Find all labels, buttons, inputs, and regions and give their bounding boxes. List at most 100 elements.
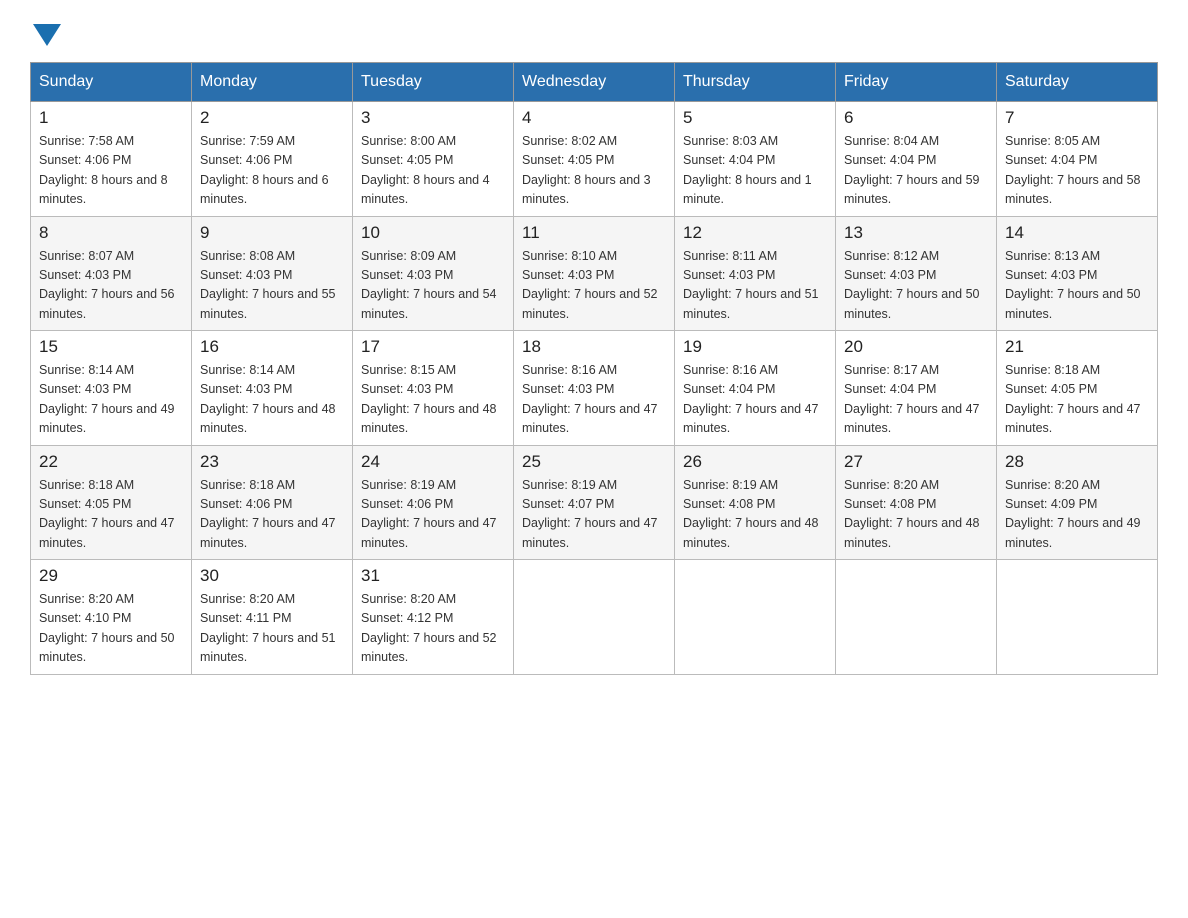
day-number-4: 4 (522, 108, 666, 128)
calendar-day-6: 6Sunrise: 8:04 AMSunset: 4:04 PMDaylight… (836, 102, 997, 217)
day-number-27: 27 (844, 452, 988, 472)
calendar-day-8: 8 Sunrise: 8:07 AMSunset: 4:03 PMDaylight… (31, 216, 192, 331)
calendar-day-13: 13 Sunrise: 8:12 AMSunset: 4:03 PMDayligh… (836, 216, 997, 331)
day-number-14: 14 (1005, 223, 1149, 243)
day-info-17: Sunrise: 8:15 AMSunset: 4:03 PMDaylight:… (361, 361, 505, 439)
calendar-header-row: SundayMondayTuesdayWednesdayThursdayFrid… (31, 63, 1158, 102)
empty-cell (836, 560, 997, 675)
day-info-12: Sunrise: 8:11 AMSunset: 4:03 PMDaylight:… (683, 247, 827, 325)
header-sunday: Sunday (31, 63, 192, 102)
calendar-day-22: 22Sunrise: 8:18 AMSunset: 4:05 PMDayligh… (31, 445, 192, 560)
calendar-day-31: 31 Sunrise: 8:20 AMSunset: 4:12 PMDayligh… (353, 560, 514, 675)
day-info-13: Sunrise: 8:12 AMSunset: 4:03 PMDaylight:… (844, 247, 988, 325)
calendar-day-24: 24 Sunrise: 8:19 AMSunset: 4:06 PMDayligh… (353, 445, 514, 560)
day-info-14: Sunrise: 8:13 AMSunset: 4:03 PMDaylight:… (1005, 247, 1149, 325)
logo-triangle-icon (33, 24, 61, 46)
day-number-29: 29 (39, 566, 183, 586)
day-number-25: 25 (522, 452, 666, 472)
day-number-24: 24 (361, 452, 505, 472)
calendar-day-4: 4 Sunrise: 8:02 AMSunset: 4:05 PMDaylight… (514, 102, 675, 217)
header-monday: Monday (192, 63, 353, 102)
day-number-20: 20 (844, 337, 988, 357)
logo (30, 20, 61, 44)
day-info-21: Sunrise: 8:18 AMSunset: 4:05 PMDaylight:… (1005, 361, 1149, 439)
day-number-30: 30 (200, 566, 344, 586)
empty-cell (514, 560, 675, 675)
day-number-13: 13 (844, 223, 988, 243)
day-info-5: Sunrise: 8:03 AMSunset: 4:04 PMDaylight:… (683, 132, 827, 210)
calendar-day-20: 20 Sunrise: 8:17 AMSunset: 4:04 PMDayligh… (836, 331, 997, 446)
day-number-3: 3 (361, 108, 505, 128)
day-info-23: Sunrise: 8:18 AMSunset: 4:06 PMDaylight:… (200, 476, 344, 554)
day-info-19: Sunrise: 8:16 AMSunset: 4:04 PMDaylight:… (683, 361, 827, 439)
day-info-10: Sunrise: 8:09 AMSunset: 4:03 PMDaylight:… (361, 247, 505, 325)
calendar-week-5: 29 Sunrise: 8:20 AMSunset: 4:10 PMDayligh… (31, 560, 1158, 675)
calendar-day-28: 28Sunrise: 8:20 AMSunset: 4:09 PMDayligh… (997, 445, 1158, 560)
empty-cell (675, 560, 836, 675)
day-number-1: 1 (39, 108, 183, 128)
day-info-31: Sunrise: 8:20 AMSunset: 4:12 PMDaylight:… (361, 590, 505, 668)
calendar-day-25: 25 Sunrise: 8:19 AMSunset: 4:07 PMDayligh… (514, 445, 675, 560)
day-info-9: Sunrise: 8:08 AMSunset: 4:03 PMDaylight:… (200, 247, 344, 325)
calendar-day-19: 19 Sunrise: 8:16 AMSunset: 4:04 PMDayligh… (675, 331, 836, 446)
day-info-25: Sunrise: 8:19 AMSunset: 4:07 PMDaylight:… (522, 476, 666, 554)
calendar-table: SundayMondayTuesdayWednesdayThursdayFrid… (30, 62, 1158, 675)
day-number-8: 8 (39, 223, 183, 243)
calendar-day-21: 21 Sunrise: 8:18 AMSunset: 4:05 PMDayligh… (997, 331, 1158, 446)
day-number-21: 21 (1005, 337, 1149, 357)
day-number-17: 17 (361, 337, 505, 357)
day-number-2: 2 (200, 108, 344, 128)
day-info-18: Sunrise: 8:16 AMSunset: 4:03 PMDaylight:… (522, 361, 666, 439)
calendar-week-1: 1 Sunrise: 7:58 AMSunset: 4:06 PMDaylight… (31, 102, 1158, 217)
day-info-24: Sunrise: 8:19 AMSunset: 4:06 PMDaylight:… (361, 476, 505, 554)
calendar-day-2: 2 Sunrise: 7:59 AMSunset: 4:06 PMDaylight… (192, 102, 353, 217)
calendar-week-4: 22Sunrise: 8:18 AMSunset: 4:05 PMDayligh… (31, 445, 1158, 560)
day-number-12: 12 (683, 223, 827, 243)
day-number-16: 16 (200, 337, 344, 357)
calendar-day-26: 26 Sunrise: 8:19 AMSunset: 4:08 PMDayligh… (675, 445, 836, 560)
empty-cell (997, 560, 1158, 675)
day-info-6: Sunrise: 8:04 AMSunset: 4:04 PMDaylight:… (844, 132, 988, 210)
day-number-7: 7 (1005, 108, 1149, 128)
day-number-26: 26 (683, 452, 827, 472)
calendar-week-3: 15Sunrise: 8:14 AMSunset: 4:03 PMDayligh… (31, 331, 1158, 446)
day-info-20: Sunrise: 8:17 AMSunset: 4:04 PMDaylight:… (844, 361, 988, 439)
calendar-day-1: 1 Sunrise: 7:58 AMSunset: 4:06 PMDaylight… (31, 102, 192, 217)
day-info-8: Sunrise: 8:07 AMSunset: 4:03 PMDaylight:… (39, 247, 183, 325)
calendar-day-9: 9 Sunrise: 8:08 AMSunset: 4:03 PMDaylight… (192, 216, 353, 331)
calendar-day-16: 16 Sunrise: 8:14 AMSunset: 4:03 PMDayligh… (192, 331, 353, 446)
header-friday: Friday (836, 63, 997, 102)
header-wednesday: Wednesday (514, 63, 675, 102)
calendar-day-23: 23Sunrise: 8:18 AMSunset: 4:06 PMDayligh… (192, 445, 353, 560)
day-info-15: Sunrise: 8:14 AMSunset: 4:03 PMDaylight:… (39, 361, 183, 439)
day-info-4: Sunrise: 8:02 AMSunset: 4:05 PMDaylight:… (522, 132, 666, 210)
day-info-7: Sunrise: 8:05 AMSunset: 4:04 PMDaylight:… (1005, 132, 1149, 210)
calendar-day-12: 12 Sunrise: 8:11 AMSunset: 4:03 PMDayligh… (675, 216, 836, 331)
calendar-day-7: 7 Sunrise: 8:05 AMSunset: 4:04 PMDaylight… (997, 102, 1158, 217)
header-saturday: Saturday (997, 63, 1158, 102)
header-thursday: Thursday (675, 63, 836, 102)
calendar-day-17: 17 Sunrise: 8:15 AMSunset: 4:03 PMDayligh… (353, 331, 514, 446)
day-number-31: 31 (361, 566, 505, 586)
calendar-day-27: 27 Sunrise: 8:20 AMSunset: 4:08 PMDayligh… (836, 445, 997, 560)
day-info-29: Sunrise: 8:20 AMSunset: 4:10 PMDaylight:… (39, 590, 183, 668)
day-number-10: 10 (361, 223, 505, 243)
calendar-day-29: 29 Sunrise: 8:20 AMSunset: 4:10 PMDayligh… (31, 560, 192, 675)
day-info-11: Sunrise: 8:10 AMSunset: 4:03 PMDaylight:… (522, 247, 666, 325)
page-header (30, 20, 1158, 44)
day-number-19: 19 (683, 337, 827, 357)
day-info-26: Sunrise: 8:19 AMSunset: 4:08 PMDaylight:… (683, 476, 827, 554)
day-info-2: Sunrise: 7:59 AMSunset: 4:06 PMDaylight:… (200, 132, 344, 210)
day-info-22: Sunrise: 8:18 AMSunset: 4:05 PMDaylight:… (39, 476, 183, 554)
calendar-day-15: 15Sunrise: 8:14 AMSunset: 4:03 PMDayligh… (31, 331, 192, 446)
day-info-1: Sunrise: 7:58 AMSunset: 4:06 PMDaylight:… (39, 132, 183, 210)
calendar-week-2: 8 Sunrise: 8:07 AMSunset: 4:03 PMDaylight… (31, 216, 1158, 331)
calendar-day-30: 30Sunrise: 8:20 AMSunset: 4:11 PMDayligh… (192, 560, 353, 675)
day-number-28: 28 (1005, 452, 1149, 472)
day-info-27: Sunrise: 8:20 AMSunset: 4:08 PMDaylight:… (844, 476, 988, 554)
day-info-16: Sunrise: 8:14 AMSunset: 4:03 PMDaylight:… (200, 361, 344, 439)
day-number-5: 5 (683, 108, 827, 128)
day-number-9: 9 (200, 223, 344, 243)
header-tuesday: Tuesday (353, 63, 514, 102)
calendar-day-14: 14 Sunrise: 8:13 AMSunset: 4:03 PMDayligh… (997, 216, 1158, 331)
